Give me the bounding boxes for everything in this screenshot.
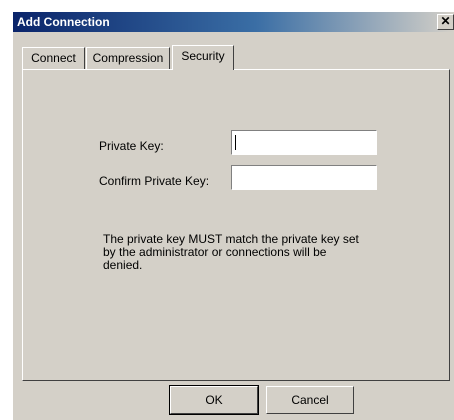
close-button[interactable]: ✕ [437,14,454,30]
close-icon: ✕ [440,14,451,28]
private-key-label: Private Key: [99,139,164,153]
tab-compression-label: Compression [92,51,164,65]
tab-connect[interactable]: Connect [22,47,85,69]
cancel-button[interactable]: Cancel [266,386,354,414]
title-bar[interactable]: Add Connection [13,12,454,32]
tab-compression[interactable]: Compression [86,47,170,69]
security-tab-panel [22,69,450,381]
window-title: Add Connection [17,15,110,29]
ok-button[interactable]: OK [169,385,259,415]
text-caret [235,135,236,150]
tab-security-label: Security [181,49,225,63]
confirm-private-key-input[interactable] [231,165,377,190]
tab-connect-label: Connect [31,51,76,65]
add-connection-dialog: Add Connection ✕ Connect Compression Sec… [13,12,454,420]
confirm-private-key-label: Confirm Private Key: [99,174,210,188]
private-key-note: The private key MUST match the private k… [103,232,359,272]
private-key-input[interactable] [231,130,377,155]
tab-security[interactable]: Security [172,45,234,70]
